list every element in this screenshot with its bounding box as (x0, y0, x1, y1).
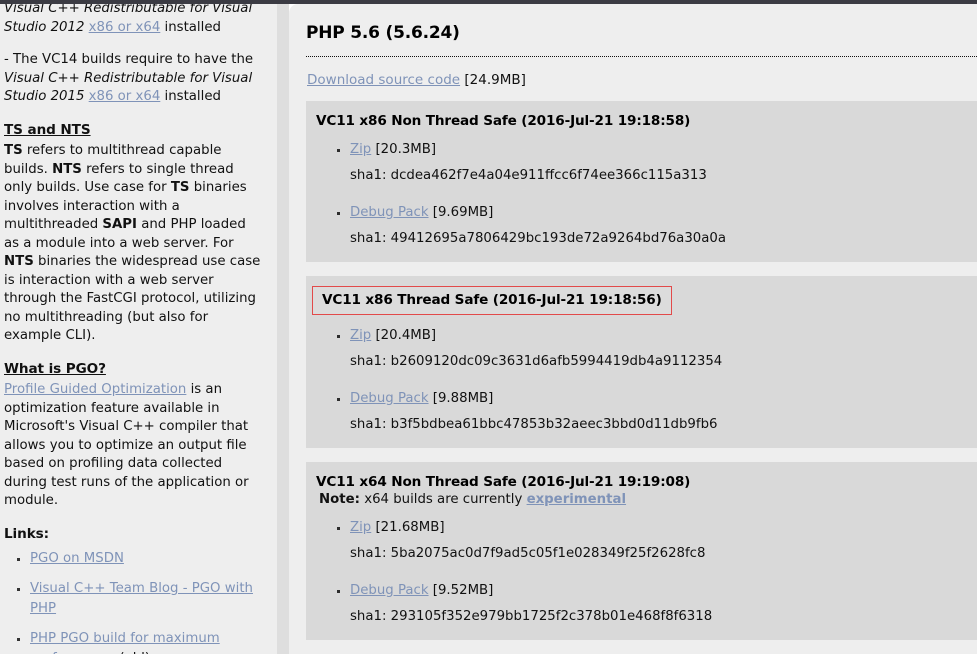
build-block-title: VC11 x86 Non Thread Safe (2016-Jul-21 19… (316, 113, 691, 129)
download-line: Debug Pack [9.52MB] (350, 581, 977, 600)
main-content: PHP 5.6 (5.6.24) Download source code [2… (289, 4, 977, 654)
sha1-value: sha1: b3f5bdbea61bbc47853b32aeec3bbd0d11… (350, 417, 718, 432)
link-pgo-on-msdn[interactable]: PGO on MSDN (30, 551, 124, 566)
list-item: Zip [21.68MB] sha1: 5ba2075ac0d7f9ad5c05… (350, 518, 977, 563)
sha1-value: sha1: b2609120dc09c3631d6afb5994419db4a9… (350, 354, 723, 369)
sidebar-heading-what-is-pgo: What is PGO? (4, 360, 106, 377)
download-size: [20.4MB] (375, 328, 437, 343)
link-x86-or-x64-2012[interactable]: x86 or x64 (89, 20, 161, 35)
sidebar-paragraph-vc14-redist: - The VC14 builds require to have the Vi… (4, 51, 261, 107)
download-size: [20.3MB] (375, 142, 437, 157)
link-debug-pack[interactable]: Debug Pack (350, 583, 429, 598)
build-block-title: VC11 x64 Non Thread Safe (2016-Jul-21 19… (316, 474, 691, 490)
sidebar-content-gutter (277, 0, 289, 654)
list-item: PHP PGO build for maximum performance (o… (30, 629, 261, 654)
sha1-value: sha1: dcdea462f7e4a04e911ffcc6f74ee366c1… (350, 168, 707, 183)
download-size: [21.68MB] (375, 520, 445, 535)
note-label: Note: (319, 492, 360, 507)
list-item: Zip [20.3MB] sha1: dcdea462f7e4a04e911ff… (350, 140, 977, 185)
build-block: VC11 x64 Non Thread Safe (2016-Jul-21 19… (306, 462, 977, 640)
window-chrome-strip (0, 0, 977, 4)
download-line: Zip [20.3MB] (350, 140, 977, 159)
link-download-source-code[interactable]: Download source code (307, 72, 460, 88)
build-block-title: VC11 x86 Thread Safe (2016-Jul-21 19:18:… (312, 286, 672, 315)
build-download-list: Zip [20.3MB] sha1: dcdea462f7e4a04e911ff… (306, 140, 977, 248)
link-zip[interactable]: Zip (350, 520, 371, 535)
browser-page: Visual C++ Redistributable for Visual St… (0, 0, 977, 654)
download-line: Debug Pack [9.69MB] (350, 203, 977, 222)
list-item: Zip [20.4MB] sha1: b2609120dc09c3631d6af… (350, 326, 977, 371)
list-item: Visual C++ Team Blog - PGO with PHP (30, 579, 261, 619)
link-debug-pack[interactable]: Debug Pack (350, 205, 429, 220)
source-size: [24.9MB] (464, 72, 526, 88)
redist-2012-suffix: installed (160, 19, 221, 35)
note-text: x64 builds are currently (359, 492, 527, 507)
sidebar-paragraph-vc11-redist: Visual C++ Redistributable for Visual St… (4, 0, 261, 37)
link-x86-or-x64-2015[interactable]: x86 or x64 (89, 89, 161, 104)
redist-2015-prefix: - The VC14 builds require to have the (4, 52, 254, 67)
sha1-value: sha1: 5ba2075ac0d7f9ad5c05f1e028349f25f2… (350, 546, 706, 561)
sidebar-heading-ts-and-nts: TS and NTS (4, 121, 91, 138)
list-item: Debug Pack [9.88MB] sha1: b3f5bdbea61bbc… (350, 389, 977, 434)
download-size: [9.52MB] (432, 583, 494, 598)
build-block-note: Note: x64 builds are currently experimen… (319, 492, 977, 507)
sha1-value: sha1: 293105f352e979bb1725f2c378b01e468f… (350, 609, 713, 624)
download-line: Debug Pack [9.88MB] (350, 389, 977, 408)
redist-2015-suffix: installed (160, 89, 221, 104)
sidebar-links-list: PGO on MSDN Visual C++ Team Blog - PGO w… (4, 549, 261, 654)
sidebar-heading-links: Links: (4, 525, 49, 542)
title-divider (306, 56, 977, 57)
build-download-list: Zip [21.68MB] sha1: 5ba2075ac0d7f9ad5c05… (306, 518, 977, 626)
source-download-line: Download source code [24.9MB] (307, 72, 977, 88)
list-item: Debug Pack [9.69MB] sha1: 49412695a78064… (350, 203, 977, 248)
link-profile-guided-optimization[interactable]: Profile Guided Optimization (4, 382, 186, 397)
link-zip[interactable]: Zip (350, 328, 371, 343)
link-debug-pack[interactable]: Debug Pack (350, 391, 429, 406)
pgo-body-text: is an optimization feature available in … (4, 382, 249, 508)
download-line: Zip [20.4MB] (350, 326, 977, 345)
sidebar-body-ts-and-nts: TS refers to multithread capable builds.… (4, 143, 261, 343)
sha1-value: sha1: 49412695a7806429bc193de72a9264bd76… (350, 231, 727, 246)
list-item: PGO on MSDN (30, 549, 261, 569)
build-block: VC11 x86 Non Thread Safe (2016-Jul-21 19… (306, 101, 977, 262)
build-block-highlighted: VC11 x86 Thread Safe (2016-Jul-21 19:18:… (306, 276, 977, 448)
download-size: [9.88MB] (432, 391, 494, 406)
sidebar: Visual C++ Redistributable for Visual St… (0, 0, 277, 654)
page-title: PHP 5.6 (5.6.24) (306, 23, 460, 43)
sidebar-body-pgo: Profile Guided Optimization is an optimi… (4, 381, 261, 511)
download-size: [9.69MB] (432, 205, 494, 220)
build-download-list: Zip [20.4MB] sha1: b2609120dc09c3631d6af… (306, 326, 977, 434)
link-vcpp-team-blog-pgo-with-php[interactable]: Visual C++ Team Blog - PGO with PHP (30, 581, 253, 616)
list-item: Debug Pack [9.52MB] sha1: 293105f352e979… (350, 581, 977, 626)
link-zip[interactable]: Zip (350, 142, 371, 157)
download-line: Zip [21.68MB] (350, 518, 977, 537)
link-experimental[interactable]: experimental (527, 492, 626, 507)
